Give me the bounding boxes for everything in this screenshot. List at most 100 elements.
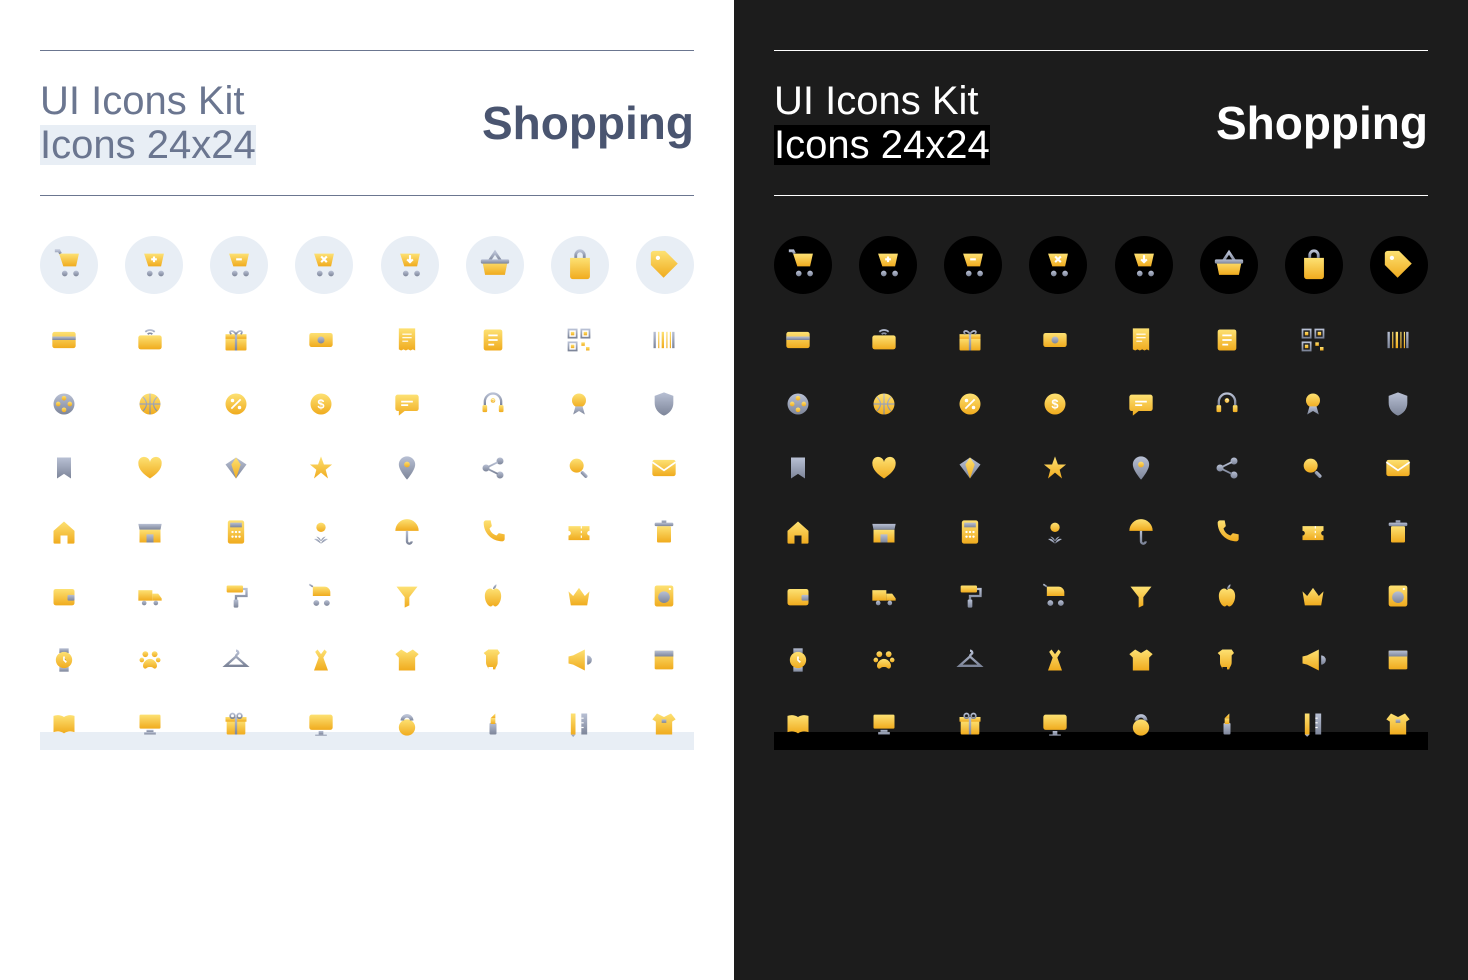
basketball-icon: [868, 388, 900, 420]
apple-icon: [477, 580, 509, 612]
title-block: UI Icons Kit Icons 24x24: [774, 81, 990, 165]
cart-cancel-icon: [295, 236, 353, 294]
dress-icon: [1039, 644, 1071, 676]
calculator-icon: [954, 516, 986, 548]
diamond-icon: [954, 452, 986, 484]
basketball-icon: [134, 388, 166, 420]
monitor-icon: [305, 708, 337, 740]
hero-row: [774, 236, 1428, 294]
map-pin-icon: [1125, 452, 1157, 484]
share-icon: [1211, 452, 1243, 484]
credit-card-icon: [48, 324, 80, 356]
cart-add-icon: [859, 236, 917, 294]
paint-roller-icon: [954, 580, 986, 612]
search-icon: [1297, 452, 1329, 484]
heart-icon: [868, 452, 900, 484]
star-icon: [1039, 452, 1071, 484]
hanger-icon: [220, 644, 252, 676]
award-icon: [1297, 388, 1329, 420]
shirt-icon: [1382, 708, 1414, 740]
tag-icon: [636, 236, 694, 294]
top-divider: [774, 50, 1428, 51]
store-icon: [868, 516, 900, 548]
bag-icon: [1285, 236, 1343, 294]
cart-add-icon: [125, 236, 183, 294]
hero-row: [40, 236, 694, 294]
icon-grid: $ ?: [40, 324, 694, 740]
star-icon: [305, 452, 337, 484]
megaphone-icon: [1297, 644, 1329, 676]
barcode-icon: [1382, 324, 1414, 356]
map-pin-icon: [391, 452, 423, 484]
stroller-icon: [305, 580, 337, 612]
mail-icon: [1382, 452, 1414, 484]
dollar-coin-icon: $: [305, 388, 337, 420]
cart-down-icon: [1115, 236, 1173, 294]
monitor-icon: [1039, 708, 1071, 740]
cart-remove-icon: [210, 236, 268, 294]
award-icon: [563, 388, 595, 420]
kit-subtitle: Icons 24x24: [40, 125, 256, 165]
headset-icon: ?: [1211, 388, 1243, 420]
lipstick-icon: [477, 708, 509, 740]
phone-icon: [477, 516, 509, 548]
category-label: Shopping: [482, 96, 694, 150]
shirt-icon: [648, 708, 680, 740]
paw-icon: [134, 644, 166, 676]
tshirt-icon: [391, 644, 423, 676]
mid-divider: [774, 195, 1428, 196]
card-wifi-icon: [868, 324, 900, 356]
flower-icon: [305, 516, 337, 548]
mail-icon: [648, 452, 680, 484]
mid-divider: [40, 195, 694, 196]
share-icon: [477, 452, 509, 484]
cart-icon: [774, 236, 832, 294]
category-label: Shopping: [1216, 96, 1428, 150]
svg-text:$: $: [1052, 397, 1059, 412]
list-icon: [477, 324, 509, 356]
bookmark-icon: [48, 452, 80, 484]
watch-icon: [782, 644, 814, 676]
calculator-icon: [220, 516, 252, 548]
truck-icon: [134, 580, 166, 612]
dress-icon: [305, 644, 337, 676]
paint-roller-icon: [220, 580, 252, 612]
pencil-ruler-icon: [1297, 708, 1329, 740]
crown-icon: [563, 580, 595, 612]
light-panel: UI Icons Kit Icons 24x24 Shopping $ ?: [0, 0, 734, 980]
stroller-icon: [1039, 580, 1071, 612]
tag-icon: [1370, 236, 1428, 294]
paw-icon: [868, 644, 900, 676]
kettlebell-icon: [391, 708, 423, 740]
box-icon: [648, 644, 680, 676]
bag-icon: [551, 236, 609, 294]
megaphone-icon: [563, 644, 595, 676]
header: UI Icons Kit Icons 24x24 Shopping: [40, 71, 694, 175]
flower-icon: [1039, 516, 1071, 548]
crown-icon: [1297, 580, 1329, 612]
tshirt-icon: [1125, 644, 1157, 676]
phone-icon: [1211, 516, 1243, 548]
cash-icon: [1039, 324, 1071, 356]
chat-icon: [1125, 388, 1157, 420]
screen-icon: [868, 708, 900, 740]
gift-box-icon: [954, 708, 986, 740]
basket-icon: [1200, 236, 1258, 294]
truck-icon: [868, 580, 900, 612]
funnel-icon: [1125, 580, 1157, 612]
dollar-coin-icon: $: [1039, 388, 1071, 420]
bookmark-icon: [782, 452, 814, 484]
ticket-icon: [563, 516, 595, 548]
wallet-icon: [782, 580, 814, 612]
cart-icon: [40, 236, 98, 294]
shield-icon: [648, 388, 680, 420]
ticket-icon: [1297, 516, 1329, 548]
heart-icon: [134, 452, 166, 484]
gift-icon: [220, 324, 252, 356]
watch-icon: [48, 644, 80, 676]
basket-icon: [466, 236, 524, 294]
lipstick-icon: [1211, 708, 1243, 740]
headset-icon: ?: [477, 388, 509, 420]
washer-icon: [1382, 580, 1414, 612]
umbrella-icon: [1125, 516, 1157, 548]
